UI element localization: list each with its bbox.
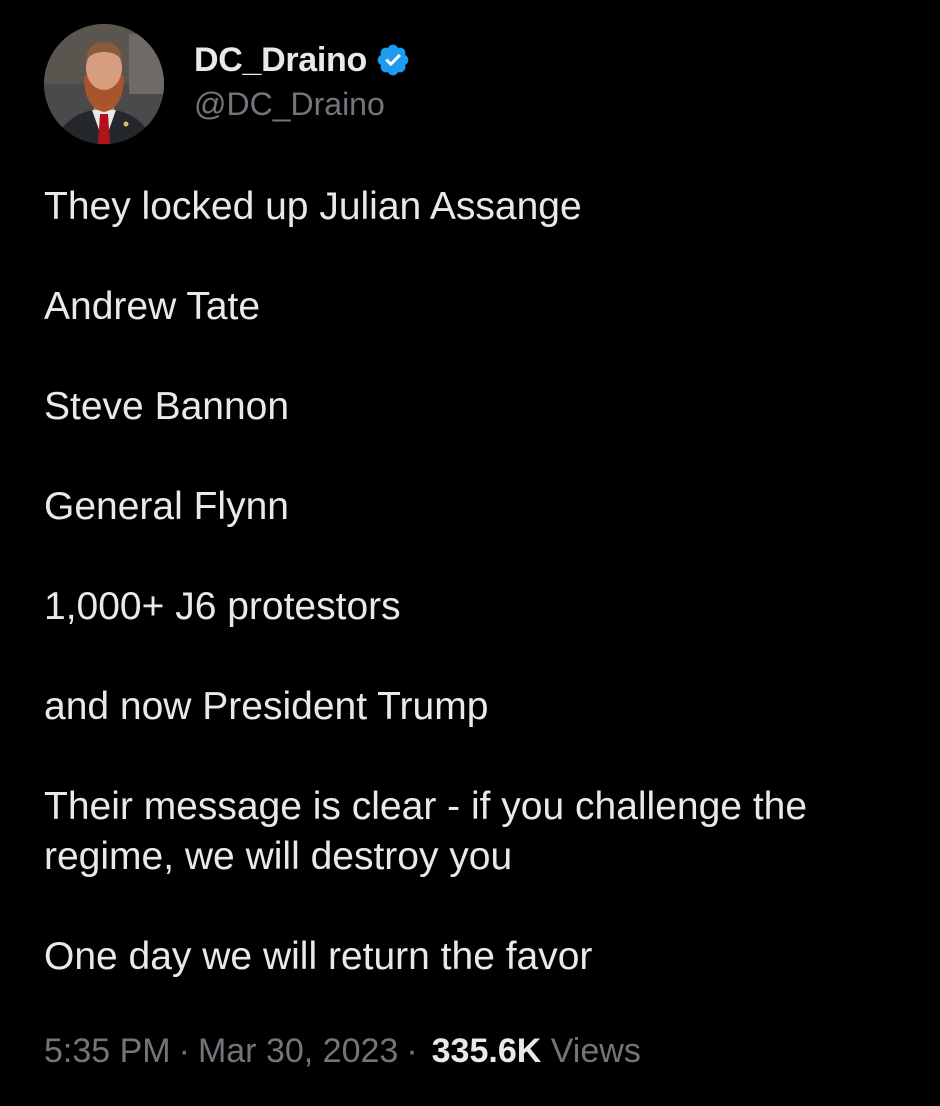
tweet-paragraph: Their message is clear - if you challeng… bbox=[44, 785, 808, 878]
tweet-time[interactable]: 5:35 PM bbox=[44, 1032, 171, 1070]
tweet-paragraph: Andrew Tate bbox=[44, 285, 261, 328]
tweet-card: DC_Draino @DC_Draino They locked up Juli… bbox=[0, 0, 940, 1106]
more-options-button[interactable] bbox=[848, 40, 896, 76]
views-count[interactable]: 335.6K bbox=[426, 1032, 542, 1070]
avatar-image bbox=[44, 24, 164, 144]
verified-badge-icon bbox=[375, 42, 411, 78]
tweet-paragraph: 1,000+ J6 protestors bbox=[44, 585, 401, 628]
tweet-paragraph: General Flynn bbox=[44, 485, 289, 528]
tweet-paragraph: Steve Bannon bbox=[44, 385, 290, 428]
avatar[interactable] bbox=[44, 24, 164, 144]
tweet-paragraph: They locked up Julian Assange bbox=[44, 185, 582, 228]
tweet-paragraph: One day we will return the favor bbox=[44, 935, 593, 978]
views-label: Views bbox=[550, 1032, 641, 1070]
tweet-text: They locked up Julian Assange Andrew Tat… bbox=[44, 182, 904, 1032]
meta-separator: · bbox=[406, 1032, 418, 1070]
author-name-row: DC_Draino bbox=[194, 38, 411, 82]
meta-separator: · bbox=[178, 1032, 190, 1070]
tweet-paragraph: and now President Trump bbox=[44, 685, 489, 728]
tweet-date[interactable]: Mar 30, 2023 bbox=[198, 1032, 398, 1070]
author-handle[interactable]: @DC_Draino bbox=[194, 86, 385, 123]
display-name[interactable]: DC_Draino bbox=[194, 41, 367, 80]
tweet-meta: 5:35 PM · Mar 30, 2023 · 335.6K Views bbox=[44, 1032, 641, 1071]
